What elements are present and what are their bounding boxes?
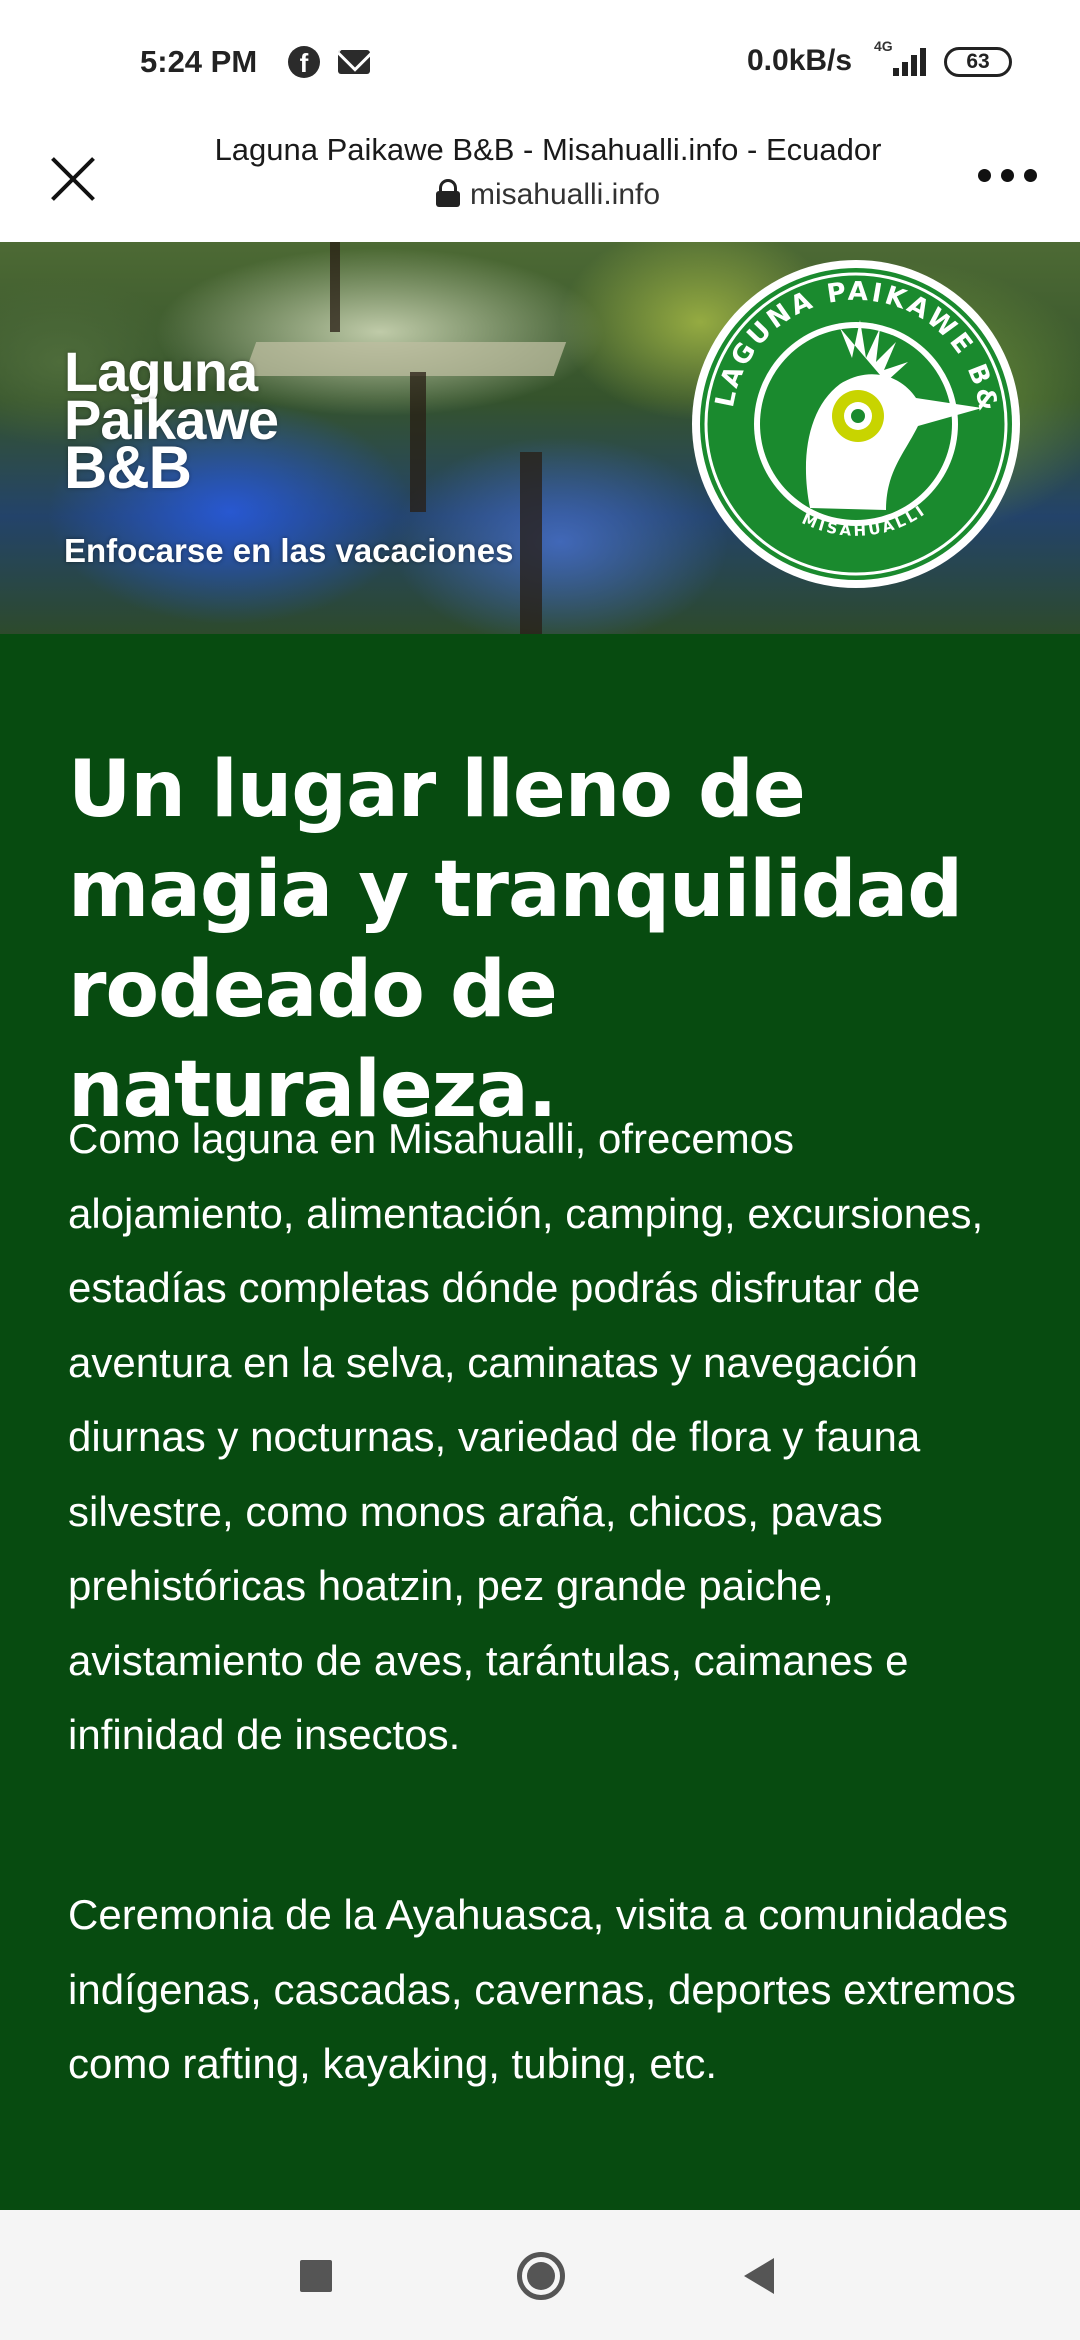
- battery-icon: 63: [944, 47, 1012, 77]
- network-speed: 0.0kB/s: [747, 44, 853, 77]
- activities-paragraph: Ceremonia de la Ayahuasca, visita a comu…: [68, 1891, 1016, 2087]
- url-bar[interactable]: misahualli.info: [148, 178, 948, 212]
- hero-post: [410, 372, 426, 512]
- description-paragraph: Como laguna en Misahualli, ofrecemos alo…: [68, 1115, 984, 1758]
- hero-tagline: Enfocarse en las vacaciones: [64, 532, 514, 569]
- more-icon[interactable]: [976, 164, 1040, 188]
- main-content: Un lugar lleno de magia y tranquilidad r…: [0, 634, 1080, 2210]
- logo-badge: LAGUNA PAIKAWE B&B MISAHUALLI: [690, 258, 1020, 588]
- mail-icon: [338, 50, 370, 74]
- hero-post: [520, 452, 542, 634]
- lock-icon: [435, 179, 460, 207]
- url-text: misahualli.info: [469, 178, 661, 211]
- hero-title-line: B&B: [64, 434, 192, 501]
- hero-dock-shape: [243, 342, 567, 376]
- browser-toolbar: Laguna Paikawe B&B - Misahualli.info - E…: [0, 126, 1080, 242]
- status-bar: 5:24 PM f 0.0kB/s 4G 63: [0, 0, 1080, 126]
- hero-post: [330, 242, 340, 332]
- signal-icon: [893, 46, 929, 76]
- network-type: 4G: [874, 38, 893, 54]
- close-icon[interactable]: [40, 146, 106, 212]
- back-icon[interactable]: [744, 2258, 774, 2294]
- system-nav-bar: [0, 2210, 1080, 2340]
- hero-banner: Laguna Paikawe B&B Enfocarse en las vaca…: [0, 242, 1080, 634]
- facebook-icon: f: [288, 46, 320, 78]
- page-headline: Un lugar lleno de magia y tranquilidad r…: [68, 745, 963, 1135]
- hero-title: Laguna Paikawe B&B: [64, 344, 279, 501]
- status-time: 5:24 PM: [140, 44, 258, 79]
- recents-icon[interactable]: [300, 2260, 332, 2292]
- page-title: Laguna Paikawe B&B - Misahualli.info - E…: [214, 132, 882, 167]
- home-icon[interactable]: [517, 2252, 565, 2300]
